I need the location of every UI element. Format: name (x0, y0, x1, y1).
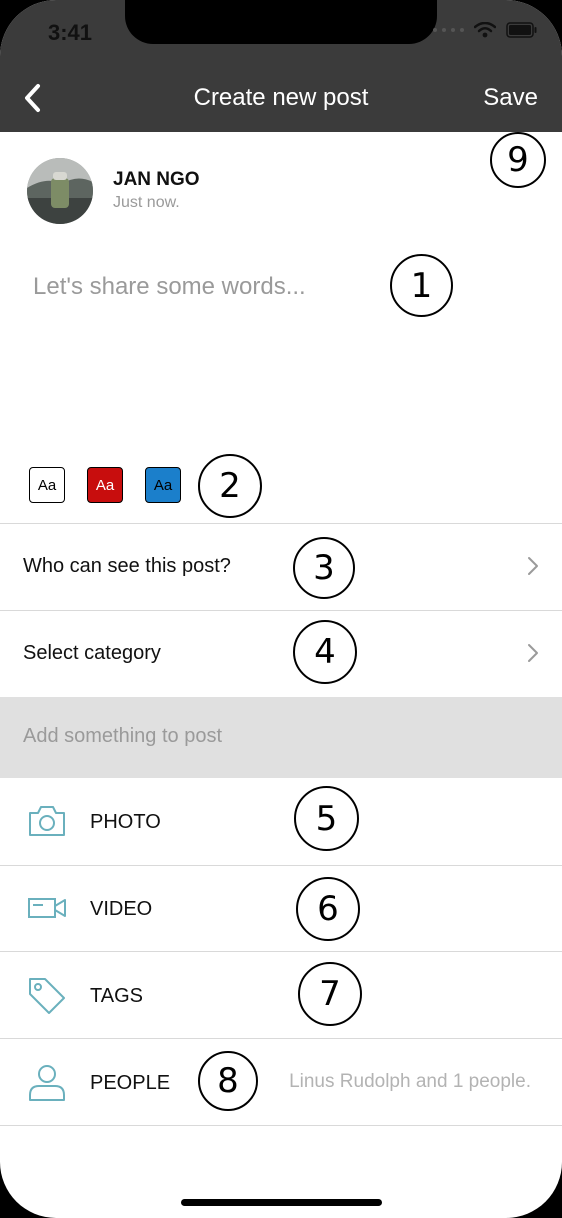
page-title: Create new post (193, 84, 369, 111)
save-button[interactable]: Save (483, 84, 538, 112)
video-row[interactable]: VIDEO (0, 866, 562, 952)
video-camera-icon (28, 898, 66, 918)
wifi-icon (474, 22, 496, 38)
app-screen: 3:41 Create new post Save JAN NGO Just n… (0, 0, 562, 1218)
annotation-marker-7: 7 (298, 962, 362, 1026)
signal-icon (433, 28, 464, 32)
annotation-marker-2: 2 (198, 454, 262, 518)
annotation-marker-1: 1 (390, 254, 453, 317)
category-row[interactable]: Select category (0, 611, 562, 697)
text-style-blue[interactable]: Aa (145, 467, 181, 503)
battery-icon (506, 22, 537, 38)
category-label: Select category (23, 642, 161, 664)
post-timestamp: Just now. (113, 194, 180, 211)
device-notch (125, 0, 437, 44)
tags-label: TAGS (90, 985, 143, 1007)
chevron-right-icon (528, 644, 538, 662)
photo-row[interactable]: PHOTO (0, 778, 562, 866)
author-name[interactable]: JAN NGO (113, 169, 200, 191)
tag-icon (29, 978, 65, 1014)
annotation-marker-6: 6 (296, 877, 360, 941)
person-icon (29, 1065, 65, 1101)
camera-icon (29, 806, 65, 836)
photo-label: PHOTO (90, 811, 161, 833)
status-icons (433, 22, 538, 38)
video-label: VIDEO (90, 898, 153, 920)
attachments-header-label: Add something to post (23, 725, 223, 747)
annotation-marker-8: 8 (198, 1051, 258, 1111)
people-label: PEOPLE (90, 1072, 171, 1094)
privacy-label: Who can see this post? (23, 555, 231, 577)
annotation-marker-3: 3 (293, 537, 355, 599)
status-time: 3:41 (48, 20, 93, 45)
text-style-plain[interactable]: Aa (29, 467, 65, 503)
avatar-photo (27, 158, 93, 224)
annotation-marker-4: 4 (293, 620, 357, 684)
post-text-input[interactable]: Let's share some words... (33, 273, 306, 301)
people-selected-value: Linus Rudolph and 1 people. (289, 1071, 531, 1092)
privacy-row[interactable]: Who can see this post? (0, 523, 562, 611)
annotation-marker-9: 9 (490, 132, 546, 188)
chevron-right-icon (528, 557, 538, 575)
navigation-bar: 3:41 Create new post Save (0, 0, 562, 132)
annotation-marker-5: 5 (294, 786, 359, 851)
avatar (27, 158, 93, 224)
attachments-header: Add something to post (0, 697, 562, 778)
tags-row[interactable]: TAGS (0, 952, 562, 1039)
text-style-red[interactable]: Aa (87, 467, 123, 503)
home-indicator[interactable] (181, 1199, 382, 1206)
